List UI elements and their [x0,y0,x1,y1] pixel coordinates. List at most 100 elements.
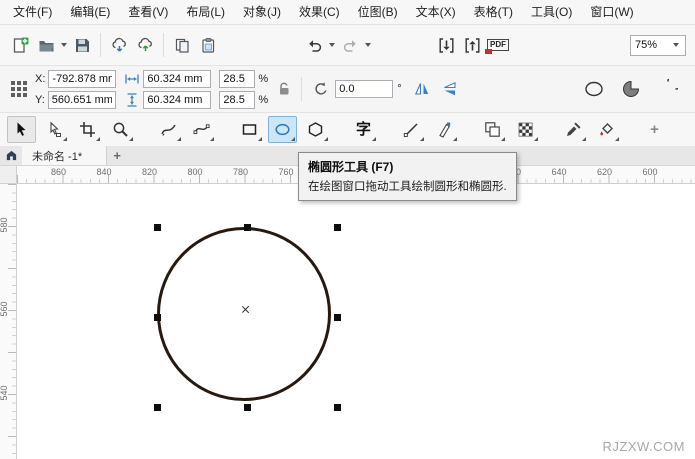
scale-percent-label: % [258,73,268,85]
menu-item-object[interactable]: 对象(J) [234,0,290,24]
object-width-input[interactable] [143,70,211,88]
x-position-input[interactable] [48,70,116,88]
menu-item-text[interactable]: 文本(X) [407,0,465,24]
copy-icon [174,37,191,54]
rectangle-tool[interactable] [235,116,264,143]
polygon-tool[interactable] [301,116,330,143]
position-grid-icon [10,80,28,98]
scale-percent-label: % [258,94,268,106]
menu-item-tools[interactable]: 工具(O) [522,0,581,24]
selection-handle[interactable] [154,224,161,231]
hruler-label: 620 [597,167,612,177]
import-button[interactable] [433,32,459,58]
ruler-origin[interactable] [0,166,17,184]
hruler-label: 640 [552,167,567,177]
text-tool[interactable]: 字 [349,116,378,143]
redo-button[interactable] [337,32,363,58]
undo-dropdown-arrow[interactable] [329,43,335,47]
shape-arrow-icon [46,121,63,138]
cloud-upload-icon [137,37,154,54]
more-tools-button[interactable]: + [640,116,669,143]
cloud-upload-button[interactable] [132,32,158,58]
contour-tool[interactable] [478,116,507,143]
ellipse-mode-icon [584,79,604,99]
document-tab-title: 未命名 -1* [32,148,82,164]
menu-item-file[interactable]: 文件(F) [4,0,61,24]
line-tool[interactable] [397,116,426,143]
mirror-horizontal-button[interactable] [408,75,436,103]
pie-mode-button[interactable] [617,75,645,103]
selection-handle[interactable] [334,314,341,321]
rotation-angle-button [307,75,335,103]
interactive-fill-tool[interactable] [592,116,621,143]
lock-ratio-button[interactable] [272,71,296,107]
mirror-vertical-button[interactable] [436,75,464,103]
shape-tool[interactable] [40,116,69,143]
paste-button[interactable] [195,32,221,58]
open-button[interactable] [33,32,59,58]
tooltip-title: 椭圆形工具 (F7) [308,158,507,175]
ellipse-tool[interactable] [268,116,297,143]
menu-item-view[interactable]: 查看(V) [119,0,177,24]
undo-button[interactable] [301,32,327,58]
save-button[interactable] [69,32,95,58]
freehand-tool[interactable] [154,116,183,143]
new-tab-button[interactable]: + [107,146,127,165]
arc-mode-icon [658,79,678,99]
scale-horizontal-input[interactable] [219,70,255,88]
toolbar-separator [163,33,164,57]
menu-item-layout[interactable]: 布局(L) [177,0,234,24]
tooltip-shortcut: (F7) [371,160,393,174]
watermark-text: RJZXW.COM [603,439,686,454]
object-height-input[interactable] [143,91,211,109]
object-center-marker[interactable] [241,305,250,314]
polygon-icon [307,121,324,138]
scale-vertical-input[interactable] [219,91,255,109]
zoom-level-value: 75% [635,39,657,51]
crop-tool[interactable] [73,116,102,143]
arc-mode-button[interactable] [654,75,682,103]
selection-handle[interactable] [244,224,251,231]
hruler-label: 800 [188,167,203,177]
zoom-tool[interactable] [106,116,135,143]
selection-handle[interactable] [334,404,341,411]
pick-tool[interactable] [7,116,36,143]
selection-handle[interactable] [334,224,341,231]
artistic-media-tool[interactable] [187,116,216,143]
menu-item-bitmaps[interactable]: 位图(B) [349,0,407,24]
document-tab[interactable]: 未命名 -1* [22,146,107,165]
ellipse-shape[interactable] [157,227,331,401]
copy-button[interactable] [169,32,195,58]
y-position-input[interactable] [48,91,116,109]
menu-item-window[interactable]: 窗口(W) [581,0,642,24]
cloud-download-button[interactable] [106,32,132,58]
start-page-button[interactable] [0,146,22,165]
selection-handle[interactable] [154,404,161,411]
pen-tool[interactable] [430,116,459,143]
new-document-button[interactable] [7,32,33,58]
transparency-tool[interactable] [511,116,540,143]
selection-handle[interactable] [154,314,161,321]
undo-icon [306,37,323,54]
eyedropper-tool[interactable] [559,116,588,143]
menu-item-table[interactable]: 表格(T) [465,0,522,24]
open-folder-icon [38,37,55,54]
magnifier-icon [112,121,129,138]
drawing-canvas[interactable]: RJZXW.COM [17,184,695,459]
object-position-button[interactable] [7,71,31,107]
menu-item-effects[interactable]: 效果(C) [290,0,349,24]
menu-item-edit[interactable]: 编辑(E) [61,0,119,24]
double-square-icon [484,121,501,138]
vertical-ruler[interactable]: 580560540 [0,184,17,459]
export-button[interactable] [459,32,485,58]
selection-handle[interactable] [244,404,251,411]
degree-label: ° [397,83,401,95]
open-dropdown-arrow[interactable] [61,43,67,47]
publish-pdf-button[interactable]: PDF [485,32,511,58]
rotation-angle-input[interactable] [335,80,393,98]
pdf-icon: PDF [487,39,509,51]
zoom-level-select[interactable]: 75% [630,35,686,56]
freehand-icon [160,121,177,138]
redo-dropdown-arrow[interactable] [365,43,371,47]
ellipse-mode-button[interactable] [580,75,608,103]
